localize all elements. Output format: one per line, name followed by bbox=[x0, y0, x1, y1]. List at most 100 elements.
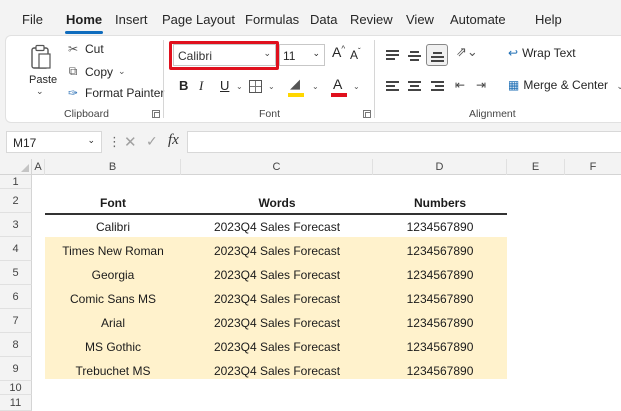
cell-words[interactable]: 2023Q4 Sales Forecast bbox=[181, 220, 373, 234]
cell-numbers[interactable]: 1234567890 bbox=[373, 220, 507, 234]
cell-font[interactable]: MS Gothic bbox=[45, 340, 181, 354]
font-color-swatch bbox=[331, 93, 347, 97]
copy-button[interactable]: ⧉ Copy ⌄ bbox=[66, 64, 126, 79]
font-launcher-icon[interactable] bbox=[363, 110, 371, 118]
row-header-2[interactable]: 2 bbox=[0, 189, 32, 213]
header-cell-numbers[interactable]: Numbers bbox=[373, 196, 507, 210]
row-header-6[interactable]: 6 bbox=[0, 285, 32, 309]
cell-numbers[interactable]: 1234567890 bbox=[373, 364, 507, 378]
tab-page-layout[interactable]: Page Layout bbox=[162, 12, 235, 27]
group-divider bbox=[374, 40, 375, 118]
header-cell-font[interactable]: Font bbox=[45, 196, 181, 210]
borders-icon[interactable] bbox=[249, 80, 262, 93]
row-header-8[interactable]: 8 bbox=[0, 333, 32, 357]
cell-words[interactable]: 2023Q4 Sales Forecast bbox=[181, 364, 373, 378]
column-header-e[interactable]: E bbox=[507, 159, 565, 175]
column-header-c[interactable]: C bbox=[181, 159, 373, 175]
increase-font-icon[interactable]: A^ bbox=[332, 44, 345, 60]
bold-icon[interactable]: B bbox=[179, 78, 188, 93]
chevron-down-icon[interactable]: ⌄ bbox=[312, 82, 319, 91]
row-header-4[interactable]: 4 bbox=[0, 237, 32, 261]
name-box[interactable]: M17 ⌄ bbox=[6, 131, 102, 153]
chevron-down-icon[interactable]: ⌄ bbox=[118, 66, 126, 77]
increase-indent-icon[interactable]: ⇥ bbox=[476, 78, 486, 92]
tab-insert[interactable]: Insert bbox=[115, 12, 148, 27]
copy-icon: ⧉ bbox=[68, 64, 78, 78]
cell-words[interactable]: 2023Q4 Sales Forecast bbox=[181, 340, 373, 354]
align-bottom-icon bbox=[431, 50, 444, 62]
cell-words[interactable]: 2023Q4 Sales Forecast bbox=[181, 316, 373, 330]
group-label-clipboard: Clipboard bbox=[64, 108, 109, 120]
row-header-3[interactable]: 3 bbox=[0, 213, 32, 237]
decrease-indent-icon[interactable]: ⇤ bbox=[455, 78, 465, 92]
cell-numbers[interactable]: 1234567890 bbox=[373, 340, 507, 354]
copy-label: Copy bbox=[85, 64, 114, 79]
fill-color-icon[interactable]: ◢ bbox=[290, 76, 300, 92]
fill-color-swatch bbox=[288, 93, 304, 97]
formula-input[interactable] bbox=[187, 131, 621, 153]
header-cell-words[interactable]: Words bbox=[181, 196, 373, 210]
chevron-down-icon[interactable]: ⌄ bbox=[616, 81, 621, 91]
cell-numbers[interactable]: 1234567890 bbox=[373, 244, 507, 258]
paste-icon[interactable] bbox=[30, 44, 52, 70]
align-center-icon[interactable] bbox=[408, 81, 421, 92]
cell-font[interactable]: Comic Sans MS bbox=[45, 292, 181, 306]
confirm-icon[interactable]: ✓ bbox=[146, 133, 158, 150]
column-header-b[interactable]: B bbox=[45, 159, 181, 175]
cell-words[interactable]: 2023Q4 Sales Forecast bbox=[181, 244, 373, 258]
chevron-down-icon[interactable]: ⌄ bbox=[236, 82, 243, 91]
italic-icon[interactable]: I bbox=[199, 78, 203, 94]
font-size-select[interactable]: 11 ⌄ bbox=[279, 44, 325, 66]
align-left-icon[interactable] bbox=[386, 81, 399, 92]
row-header-5[interactable]: 5 bbox=[0, 261, 32, 285]
wrap-text-button[interactable]: ↩ Wrap Text bbox=[508, 46, 576, 60]
scissors-icon: ✂ bbox=[67, 42, 79, 56]
cell-font[interactable]: Trebuchet MS bbox=[45, 364, 181, 378]
cut-button[interactable]: ✂ Cut bbox=[66, 42, 104, 56]
cell-numbers[interactable]: 1234567890 bbox=[373, 316, 507, 330]
decrease-font-icon[interactable]: Aˇ bbox=[350, 47, 361, 62]
align-right-icon[interactable] bbox=[431, 81, 444, 92]
merge-center-button[interactable]: ▦ Merge & Center ⌄ bbox=[508, 78, 621, 92]
tab-review[interactable]: Review bbox=[350, 12, 393, 27]
chevron-down-icon[interactable]: ⌄ bbox=[353, 82, 360, 91]
cell-font[interactable]: Times New Roman bbox=[45, 244, 181, 258]
cell-words[interactable]: 2023Q4 Sales Forecast bbox=[181, 292, 373, 306]
column-header-d[interactable]: D bbox=[373, 159, 507, 175]
row-header-11[interactable]: 11 bbox=[0, 395, 32, 411]
clipboard-launcher-icon[interactable] bbox=[152, 110, 160, 118]
tab-data[interactable]: Data bbox=[310, 12, 337, 27]
cell-numbers[interactable]: 1234567890 bbox=[373, 268, 507, 282]
cell-numbers[interactable]: 1234567890 bbox=[373, 292, 507, 306]
tab-view[interactable]: View bbox=[406, 12, 434, 27]
cell-font[interactable]: Arial bbox=[45, 316, 181, 330]
cancel-icon[interactable]: ✕ bbox=[124, 133, 137, 151]
cell-font[interactable]: Calibri bbox=[45, 220, 181, 234]
paste-button[interactable]: Paste bbox=[29, 74, 57, 86]
font-color-icon[interactable]: A bbox=[333, 76, 342, 92]
underline-icon[interactable]: U bbox=[220, 78, 229, 93]
select-all-button[interactable] bbox=[0, 159, 32, 175]
orientation-icon[interactable]: ⇗⌄ bbox=[456, 44, 478, 60]
chevron-down-icon[interactable]: ⌄ bbox=[36, 86, 44, 97]
row-header-1[interactable]: 1 bbox=[0, 175, 32, 189]
row-header-9[interactable]: 9 bbox=[0, 357, 32, 381]
tab-home[interactable]: Home bbox=[66, 12, 102, 27]
format-painter-button[interactable]: ✑ Format Painter bbox=[66, 86, 164, 100]
align-middle-icon[interactable] bbox=[408, 50, 421, 61]
cell-words[interactable]: 2023Q4 Sales Forecast bbox=[181, 268, 373, 282]
row-header-10[interactable]: 10 bbox=[0, 381, 32, 395]
align-top-icon[interactable] bbox=[386, 50, 399, 61]
tab-help[interactable]: Help bbox=[535, 12, 562, 27]
cell-font[interactable]: Georgia bbox=[45, 268, 181, 282]
tab-automate[interactable]: Automate bbox=[450, 12, 506, 27]
wrap-text-icon: ↩ bbox=[508, 46, 519, 60]
insert-function-button[interactable]: fx bbox=[168, 132, 179, 149]
more-options-icon[interactable]: ⋮ bbox=[108, 134, 121, 150]
column-header-a[interactable]: A bbox=[32, 159, 45, 175]
column-header-f[interactable]: F bbox=[565, 159, 621, 175]
chevron-down-icon[interactable]: ⌄ bbox=[268, 82, 275, 91]
tab-file[interactable]: File bbox=[22, 12, 43, 27]
tab-formulas[interactable]: Formulas bbox=[245, 12, 299, 27]
row-header-7[interactable]: 7 bbox=[0, 309, 32, 333]
